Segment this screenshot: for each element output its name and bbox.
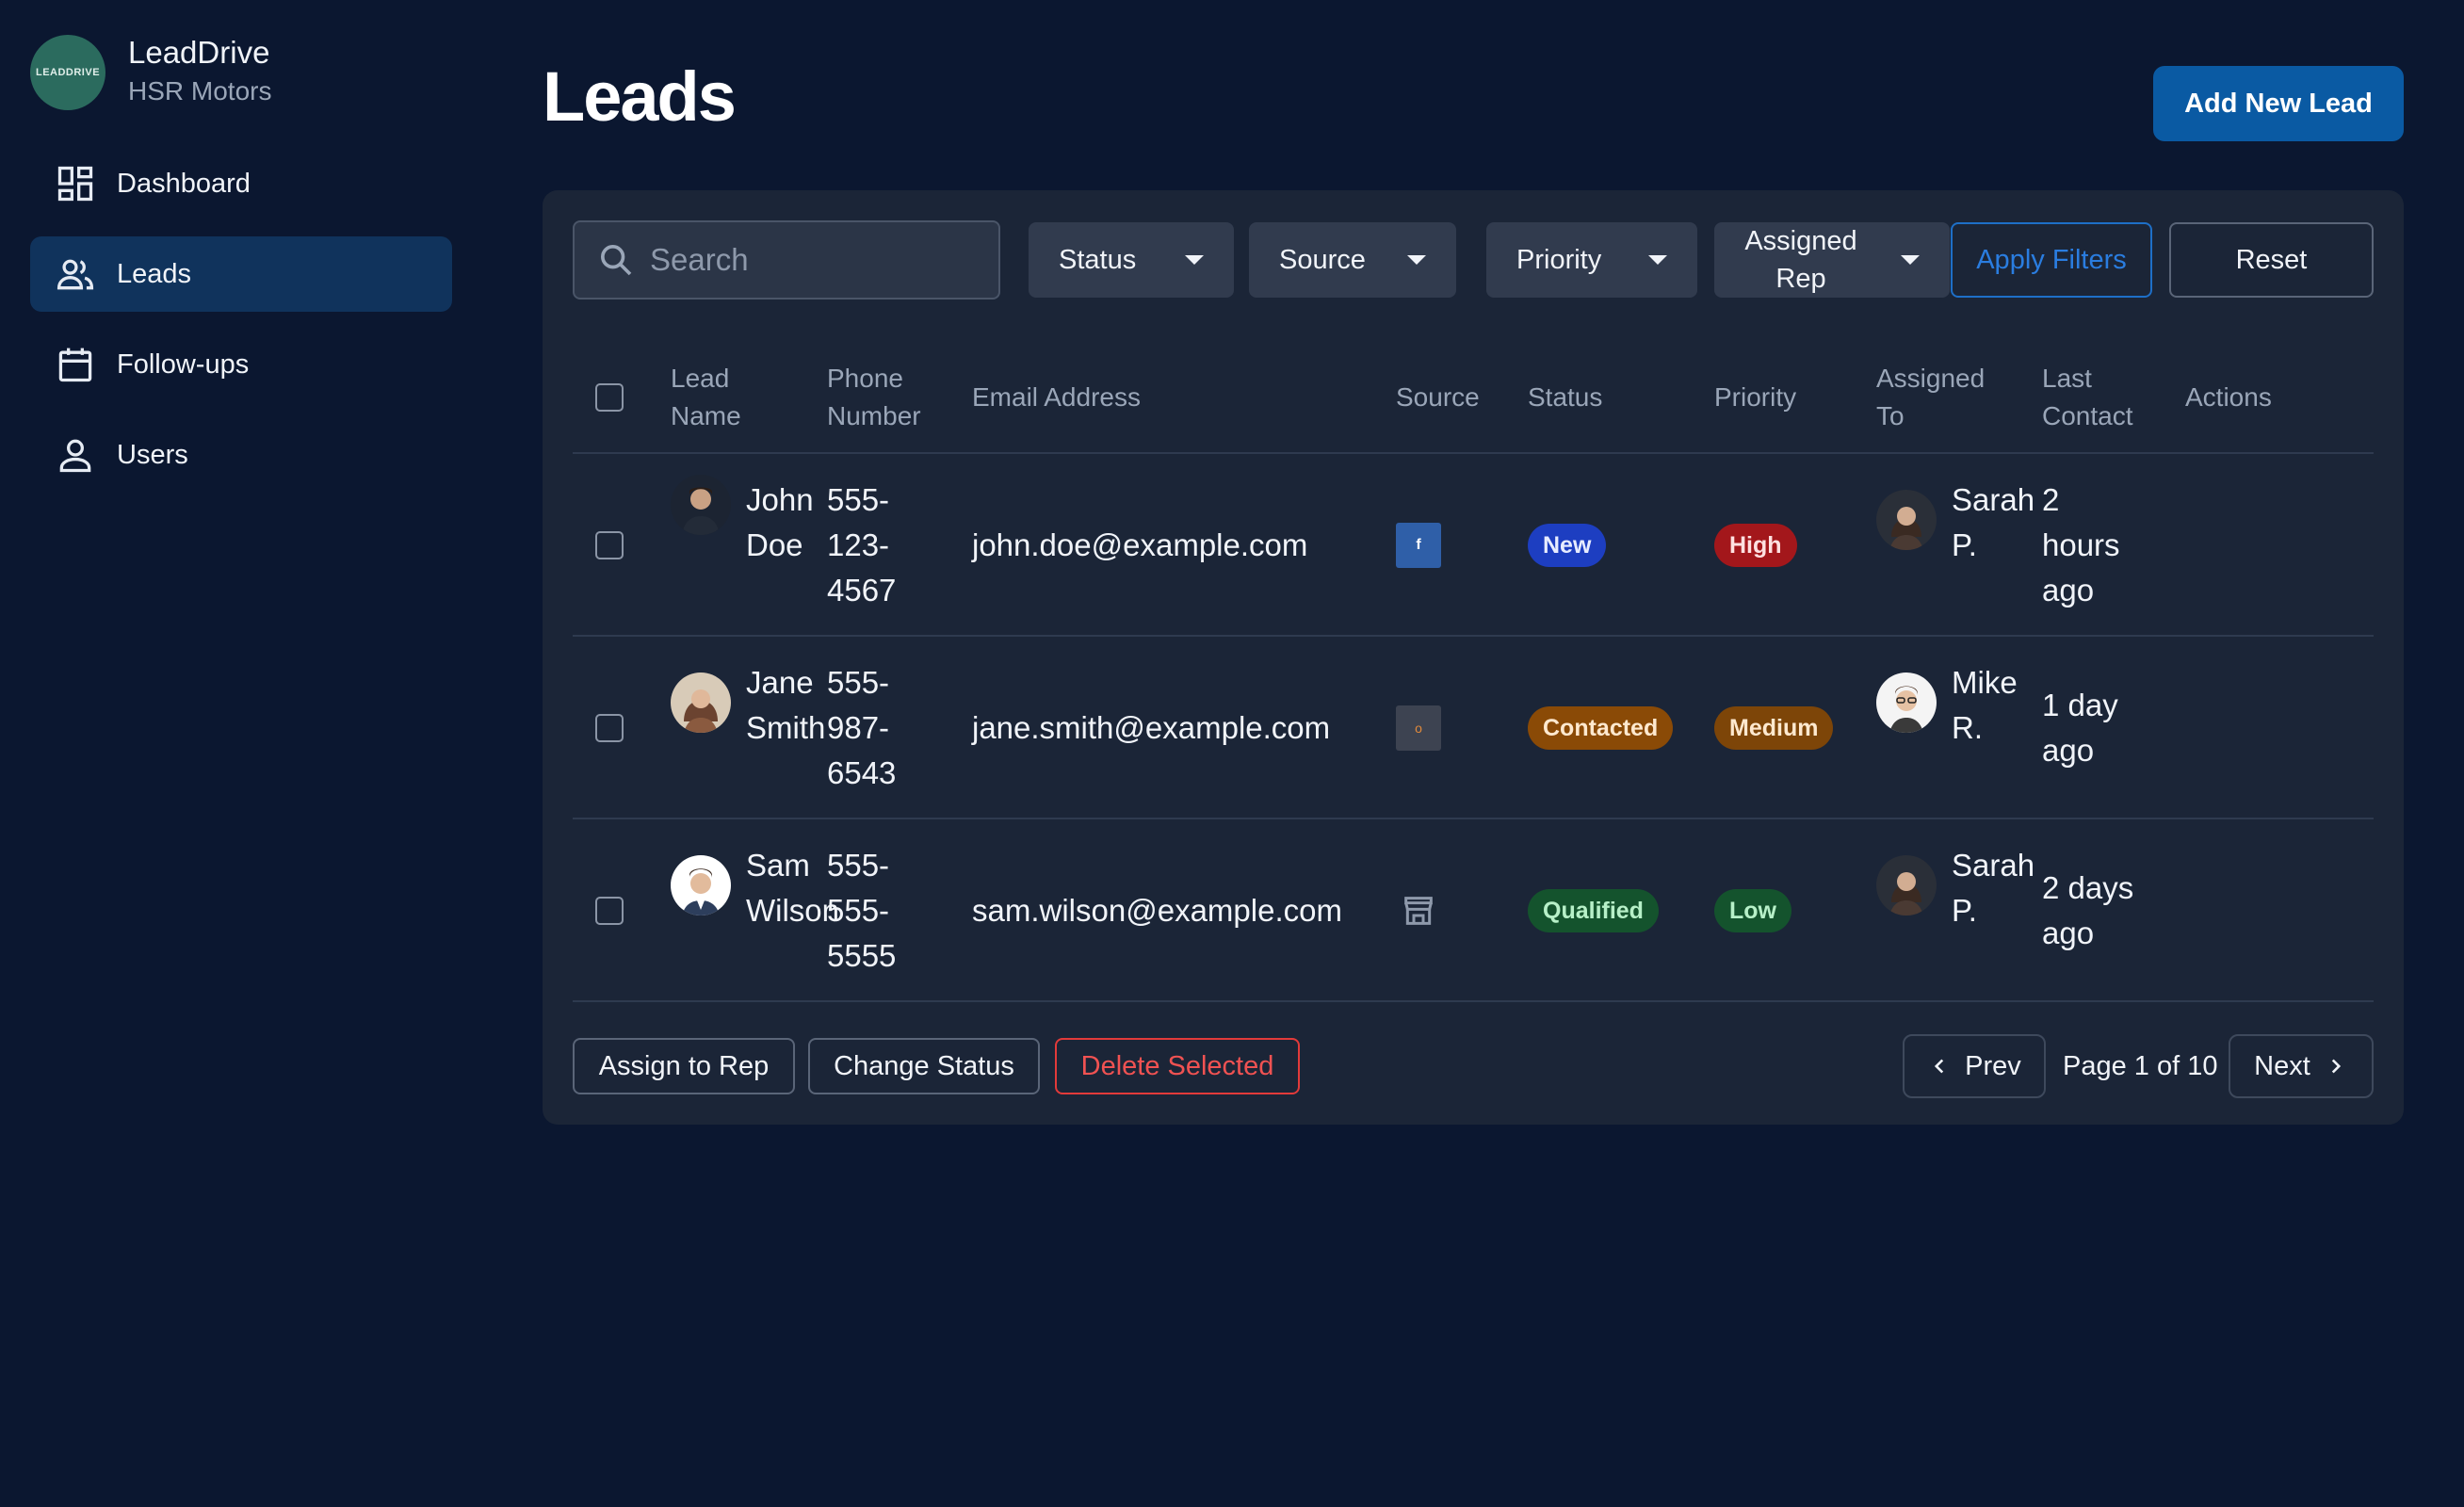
status-filter-label: Status bbox=[1059, 244, 1137, 275]
leads-card: Status Source Priority Assigned Rep Appl… bbox=[543, 190, 2404, 1125]
avatar bbox=[671, 855, 731, 916]
lead-name: John Doe bbox=[746, 482, 814, 562]
sidebar: LEADDRIVE LeadDrive HSR Motors Dashboard… bbox=[0, 0, 471, 1507]
prev-page-button[interactable]: Prev bbox=[1903, 1034, 2046, 1098]
priority-filter-label: Priority bbox=[1516, 244, 1602, 275]
next-page-button[interactable]: Next bbox=[2229, 1034, 2374, 1098]
storefront-icon bbox=[1396, 888, 1441, 933]
delete-selected-button[interactable]: Delete Selected bbox=[1055, 1038, 1300, 1094]
table-row[interactable]: Sam Wilson 555- 555- 5555 sam.wilson@exampl… bbox=[573, 819, 2374, 1002]
sidebar-item-users[interactable]: Users bbox=[30, 417, 452, 493]
col-phone-number[interactable]: Phone Number bbox=[827, 341, 921, 454]
sidebar-item-dashboard[interactable]: Dashboard bbox=[30, 146, 452, 221]
assigned-rep-filter-dropdown[interactable]: Assigned Rep bbox=[1714, 222, 1950, 298]
search-input[interactable] bbox=[650, 242, 989, 278]
status-badge: Qualified bbox=[1528, 889, 1659, 932]
chevron-down-icon bbox=[1901, 255, 1920, 265]
col-priority[interactable]: Priority bbox=[1714, 341, 1796, 454]
chevron-down-icon bbox=[1185, 255, 1204, 265]
avatar bbox=[671, 672, 731, 733]
col-lead-name[interactable]: Lead Name bbox=[671, 341, 741, 454]
page-title: Leads bbox=[543, 57, 737, 136]
priority-badge: Low bbox=[1714, 889, 1791, 932]
source-filter-label: Source bbox=[1279, 244, 1366, 275]
col-email[interactable]: Email Address bbox=[972, 341, 1141, 454]
chevron-right-icon bbox=[2331, 1059, 2341, 1074]
email-address: sam.wilson@example.com bbox=[972, 893, 1342, 928]
lead-name: Sam Wilson bbox=[746, 848, 840, 928]
sidebar-item-follow-ups[interactable]: Follow-ups bbox=[30, 327, 452, 402]
email-address: john.doe@example.com bbox=[972, 527, 1308, 562]
page-indicator: Page 1 of 10 bbox=[2063, 1050, 2218, 1081]
search-icon bbox=[601, 245, 632, 276]
change-status-button[interactable]: Change Status bbox=[808, 1038, 1040, 1094]
col-last-contact[interactable]: Last Contact bbox=[2042, 341, 2133, 454]
table-header: Lead Name Phone Number Email Address Sourc… bbox=[573, 341, 2374, 454]
sidebar-item-label: Follow-ups bbox=[117, 348, 250, 380]
dashboard-icon bbox=[57, 166, 93, 202]
user-icon bbox=[59, 439, 91, 473]
email-address: jane.smith@example.com bbox=[972, 710, 1331, 745]
facebook-icon: f bbox=[1396, 523, 1441, 568]
status-filter-dropdown[interactable]: Status bbox=[1029, 222, 1234, 298]
leads-table: Lead Name Phone Number Email Address Sourc… bbox=[573, 341, 2374, 1002]
search-box[interactable] bbox=[573, 220, 1000, 300]
rep-avatar bbox=[1876, 672, 1937, 733]
table-row[interactable]: John Doe 555- 123- 4567 john.doe@example.co… bbox=[573, 454, 2374, 637]
reset-button[interactable]: Reset bbox=[2169, 222, 2374, 298]
filter-bar: Status Source Priority Assigned Rep Appl… bbox=[573, 220, 2374, 300]
assigned-rep: Sarah P. bbox=[1952, 482, 2035, 562]
website-icon: o bbox=[1396, 705, 1441, 751]
calendar-icon bbox=[58, 348, 92, 382]
table-footer: Assign to Rep Change Status Delete Selec… bbox=[573, 1034, 2374, 1098]
select-all-checkbox[interactable] bbox=[595, 383, 624, 412]
status-badge: Contacted bbox=[1528, 706, 1674, 750]
priority-filter-dropdown[interactable]: Priority bbox=[1486, 222, 1697, 298]
phone-number: 555- 987- 6543 bbox=[827, 665, 897, 790]
add-new-lead-button[interactable]: Add New Lead bbox=[2153, 66, 2404, 141]
assigned-rep-filter-label: Assigned Rep bbox=[1744, 226, 1857, 294]
assign-to-rep-button[interactable]: Assign to Rep bbox=[573, 1038, 795, 1094]
priority-badge: High bbox=[1714, 524, 1797, 567]
chevron-left-icon bbox=[1935, 1059, 1944, 1074]
col-assigned-to[interactable]: Assigned To bbox=[1876, 341, 1985, 454]
assigned-rep: Sarah P. bbox=[1952, 848, 2035, 928]
lead-name: Jane Smith bbox=[746, 665, 826, 745]
col-source[interactable]: Source bbox=[1396, 341, 1480, 454]
last-contact: 2 hours ago bbox=[2042, 482, 2120, 608]
chevron-down-icon bbox=[1407, 255, 1426, 265]
assigned-rep: Mike R. bbox=[1952, 665, 2018, 745]
priority-badge: Medium bbox=[1714, 706, 1834, 750]
people-icon bbox=[57, 259, 94, 290]
sidebar-item-label: Users bbox=[117, 439, 188, 470]
sidebar-item-label: Dashboard bbox=[117, 168, 251, 199]
sidebar-nav: Dashboard Leads Follow-ups Users bbox=[30, 146, 452, 508]
brand-subtitle: HSR Motors bbox=[128, 76, 272, 105]
sidebar-item-leads[interactable]: Leads bbox=[30, 236, 452, 312]
source-filter-dropdown[interactable]: Source bbox=[1249, 222, 1456, 298]
row-checkbox[interactable] bbox=[595, 897, 624, 925]
rep-avatar bbox=[1876, 855, 1937, 916]
row-checkbox[interactable] bbox=[595, 714, 624, 742]
last-contact: 2 days ago bbox=[2042, 870, 2134, 950]
sidebar-item-label: Leads bbox=[117, 258, 192, 289]
brand-logo: LEADDRIVE bbox=[30, 35, 105, 110]
chevron-down-icon bbox=[1648, 255, 1667, 265]
row-checkbox[interactable] bbox=[595, 531, 624, 559]
phone-number: 555- 123- 4567 bbox=[827, 482, 897, 608]
rep-avatar bbox=[1876, 490, 1937, 550]
apply-filters-button[interactable]: Apply Filters bbox=[1951, 222, 2152, 298]
last-contact: 1 day ago bbox=[2042, 688, 2118, 768]
phone-number: 555- 555- 5555 bbox=[827, 848, 897, 973]
status-badge: New bbox=[1528, 524, 1607, 567]
table-row[interactable]: Jane Smith 555- 987- 6543 jane.smith@exampl… bbox=[573, 637, 2374, 819]
avatar bbox=[671, 475, 731, 535]
brand-name: LeadDrive bbox=[128, 35, 270, 70]
col-status[interactable]: Status bbox=[1528, 341, 1602, 454]
col-actions: Actions bbox=[2185, 382, 2272, 412]
brand: LEADDRIVE LeadDrive HSR Motors bbox=[30, 34, 271, 111]
